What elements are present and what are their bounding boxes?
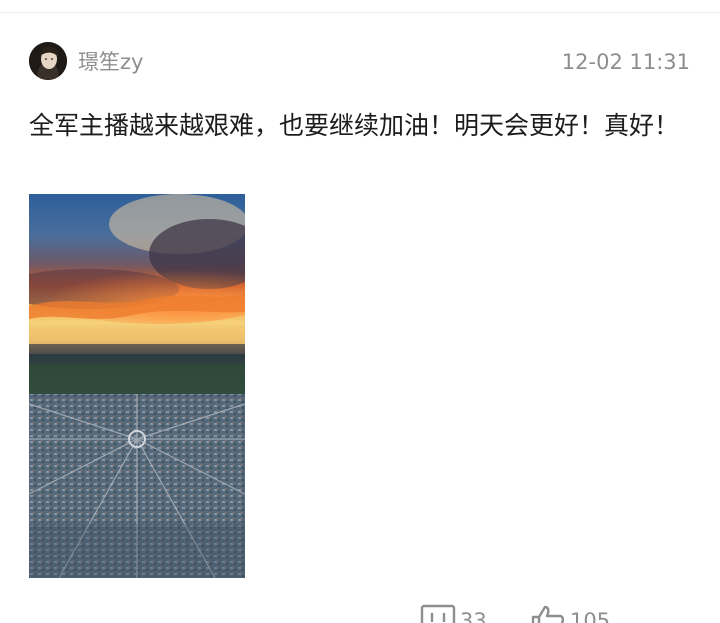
post-header: 璟笙zy 12-02 11:31 [0, 0, 720, 100]
more-button[interactable] [648, 596, 688, 623]
avatar[interactable] [29, 42, 67, 80]
post-page: 璟笙zy 12-02 11:31 全军主播越来越艰难，也要继续加油！明天会更好！… [0, 0, 720, 623]
post-text: 全军主播越来越艰难，也要继续加油！明天会更好！真好！ [29, 111, 680, 140]
username[interactable]: 璟笙zy [78, 49, 143, 75]
avatar-portrait [29, 42, 67, 80]
post-action-bar: 33 105 [0, 596, 720, 623]
comment-icon [420, 604, 456, 623]
comment-count: 33 [460, 609, 487, 623]
post-photo[interactable] [29, 194, 245, 578]
like-count: 105 [570, 609, 611, 623]
more-icon [660, 622, 685, 623]
thumbs-up-icon [531, 605, 565, 623]
post-timestamp: 12-02 11:31 [561, 50, 690, 74]
like-button[interactable]: 105 [530, 596, 610, 623]
city-sunset-photo [29, 194, 245, 578]
comment-button[interactable]: 33 [420, 596, 487, 623]
